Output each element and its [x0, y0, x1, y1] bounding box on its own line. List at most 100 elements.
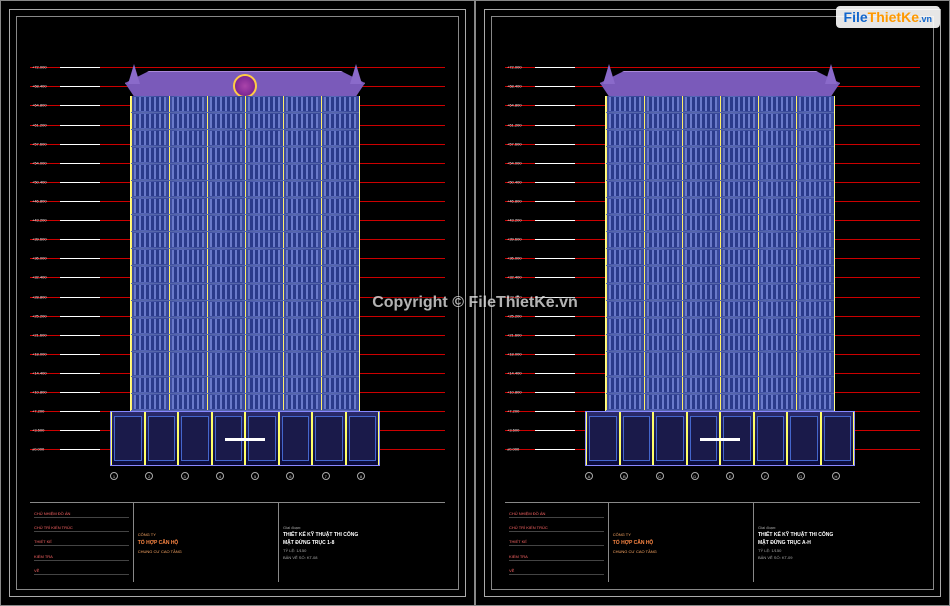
window-bay	[245, 147, 283, 163]
level-label: +7.200	[507, 409, 519, 414]
window-bay	[283, 232, 321, 248]
level-label: +10.800	[507, 390, 522, 395]
level-tick	[60, 297, 100, 298]
window-bay	[606, 130, 644, 146]
project-info: CÔNG TY TỔ HỢP CĂN HỘ CHUNG CƯ CAO TẦNG	[134, 503, 279, 582]
floor	[606, 198, 834, 215]
scale-bar	[225, 438, 265, 441]
window-bay	[283, 249, 321, 265]
window-bay	[682, 96, 720, 112]
window-bay	[758, 249, 796, 265]
level-tick	[535, 125, 575, 126]
window-bay	[321, 130, 359, 146]
window-bay	[682, 130, 720, 146]
project-sub: CHUNG CƯ CAO TẦNG	[613, 549, 749, 554]
drawing-area[interactable]: +72.000+68.400+64.800+61.200+57.600+54.0…	[30, 30, 445, 496]
level-tick	[535, 373, 575, 374]
drawing-info: Giai đoạn: THIẾT KẾ KỸ THUẬT THI CÔNG MẶ…	[754, 503, 920, 582]
tower	[605, 96, 835, 411]
logo-suffix: .vn	[919, 14, 932, 24]
window-bay	[796, 335, 834, 351]
project-sub: CHUNG CƯ CAO TẦNG	[138, 549, 274, 554]
window-bay	[207, 377, 245, 393]
grid-bubble: 4	[216, 472, 224, 480]
grid-bubble: 8	[357, 472, 365, 480]
phase-label: Giai đoạn:	[758, 525, 916, 530]
phase-label: Giai đoạn:	[283, 525, 441, 530]
window-bay	[169, 284, 207, 300]
window-bay	[758, 301, 796, 317]
floor	[606, 181, 834, 198]
floor	[606, 164, 834, 181]
level-label: +54.000	[32, 160, 47, 165]
window-bay	[207, 113, 245, 129]
window-bay	[207, 249, 245, 265]
window-bay	[796, 318, 834, 334]
window-bay	[321, 377, 359, 393]
window-bay	[720, 164, 758, 180]
window-bay	[245, 335, 283, 351]
window-bay	[245, 232, 283, 248]
window-bay	[245, 164, 283, 180]
phase-value: THIẾT KẾ KỸ THUẬT THI CÔNG	[283, 532, 441, 538]
drawing-title: MẶT ĐỨNG TRỤC A-H	[758, 540, 916, 546]
level-tick	[60, 354, 100, 355]
window-bay	[796, 352, 834, 376]
level-tick	[60, 258, 100, 259]
window-bay	[207, 318, 245, 334]
level-label: ±0.000	[32, 447, 44, 452]
floor	[131, 352, 359, 377]
window-bay	[283, 198, 321, 214]
window-bay	[321, 394, 359, 410]
window-bay	[720, 113, 758, 129]
window-bay	[131, 266, 169, 282]
window-bay	[606, 198, 644, 214]
window-bay	[131, 164, 169, 180]
floor	[606, 266, 834, 283]
window-bay	[720, 394, 758, 410]
window-bay	[682, 181, 720, 197]
window-bay	[207, 232, 245, 248]
sheet-right[interactable]: +72.000+68.400+64.800+61.200+57.600+54.0…	[475, 0, 950, 606]
sheet-no: KT-09	[782, 555, 793, 560]
window-bay	[606, 284, 644, 300]
level-tick	[60, 430, 100, 431]
window-bay	[758, 113, 796, 129]
level-label: +18.000	[32, 351, 47, 356]
level-tick	[535, 201, 575, 202]
window-bay	[169, 164, 207, 180]
window-bay	[245, 266, 283, 282]
window-bay	[720, 232, 758, 248]
floor	[131, 232, 359, 249]
window-bay	[644, 113, 682, 129]
window-bay	[245, 394, 283, 410]
level-label: +57.600	[507, 141, 522, 146]
window-bay	[283, 335, 321, 351]
level-tick	[60, 67, 100, 68]
tower	[130, 96, 360, 411]
window-bay	[606, 164, 644, 180]
cad-canvas[interactable]: +72.000+68.400+64.800+61.200+57.600+54.0…	[0, 0, 950, 606]
window-bay	[321, 301, 359, 317]
level-label: +36.000	[507, 256, 522, 261]
window-bay	[720, 215, 758, 231]
approval-row: CHỦ TRÌ KIẾN TRÚC	[34, 524, 129, 532]
window-bay	[245, 352, 283, 376]
roof-emblem	[233, 74, 257, 98]
window-bay	[169, 96, 207, 112]
window-bay	[644, 318, 682, 334]
drawing-area[interactable]: +72.000+68.400+64.800+61.200+57.600+54.0…	[505, 30, 920, 496]
building-elevation-side	[585, 46, 855, 466]
podium-column	[111, 412, 145, 465]
podium-column	[279, 412, 313, 465]
sheet-left[interactable]: +72.000+68.400+64.800+61.200+57.600+54.0…	[0, 0, 475, 606]
grid-bubble: C	[656, 472, 664, 480]
window-bay	[682, 377, 720, 393]
floor	[131, 113, 359, 130]
window-bay	[682, 352, 720, 376]
watermark-logo: FileThietKe.vn	[836, 6, 940, 28]
window-bay	[720, 352, 758, 376]
podium-column	[821, 412, 855, 465]
window-bay	[131, 335, 169, 351]
window-bay	[720, 266, 758, 282]
